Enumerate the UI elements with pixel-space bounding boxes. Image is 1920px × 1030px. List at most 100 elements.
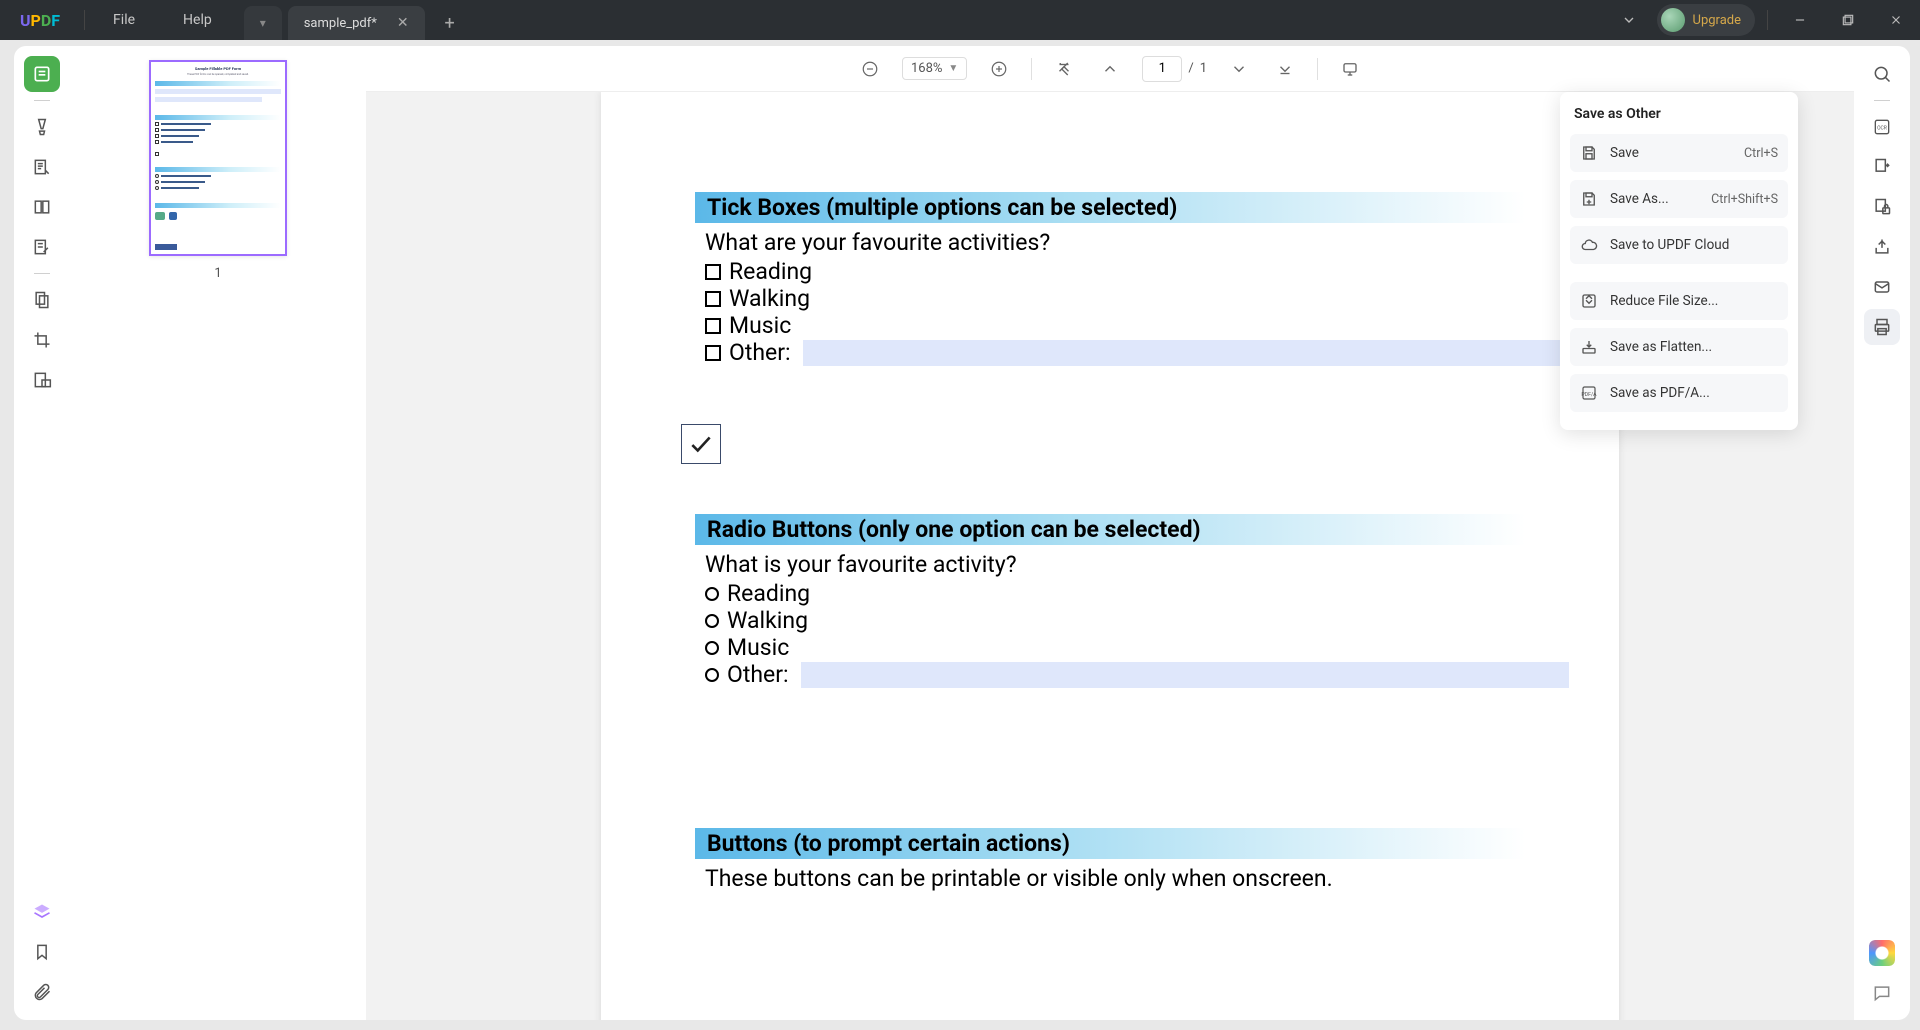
save-as-other-panel: Save as Other Save Ctrl+S Save As... Ctr… [1560,92,1798,430]
zoom-out-button[interactable] [856,55,884,83]
page-tools-icon[interactable] [24,189,60,225]
next-page-button[interactable] [1225,55,1253,83]
tab-sample-pdf[interactable]: sample_pdf* ✕ [288,6,425,40]
zoom-value: 168% [911,61,942,76]
page-input[interactable] [1142,56,1182,82]
separator [1874,100,1890,101]
export-icon[interactable] [1864,149,1900,185]
organize-pages-icon[interactable] [24,282,60,318]
radio-option-walking[interactable]: Walking [705,607,1569,634]
section-tickboxes-header: Tick Boxes (multiple options can be sele… [695,192,1569,223]
radio-option-music[interactable]: Music [705,634,1569,661]
attachment-icon[interactable] [24,974,60,1010]
zoom-select[interactable]: 168% ▼ [902,57,967,80]
save-as-button[interactable]: Save As... Ctrl+Shift+S [1570,180,1788,218]
edit-text-icon[interactable] [24,149,60,185]
separator [34,100,50,101]
tick-option-other[interactable]: Other: [705,339,1569,366]
form-checkbox-widget[interactable] [681,424,721,464]
save-as-flatten-button[interactable]: Save as Flatten... [1570,328,1788,366]
tick-option-music[interactable]: Music [705,312,1569,339]
zoom-in-button[interactable] [985,55,1013,83]
other-text-field[interactable] [803,340,1569,366]
radio-icon[interactable] [705,587,719,601]
prev-page-button[interactable] [1096,55,1124,83]
flatten-icon [1580,338,1598,356]
tab-dropdown[interactable]: ▾ [244,6,282,40]
avatar [1661,8,1685,32]
shortcut-label: Ctrl+S [1744,146,1778,161]
save-to-cloud-button[interactable]: Save to UPDF Cloud [1570,226,1788,264]
form-tools-icon[interactable] [24,229,60,265]
chevron-down-icon[interactable] [1609,0,1649,40]
checkbox-icon[interactable] [705,291,721,307]
crop-icon[interactable] [24,322,60,358]
checkbox-icon[interactable] [705,318,721,334]
radio-icon[interactable] [705,614,719,628]
radio-question: What is your favourite activity? [705,551,1569,578]
email-icon[interactable] [1864,269,1900,305]
highlight-icon[interactable] [24,109,60,145]
window-minimize-icon[interactable] [1780,0,1820,40]
radio-option-other[interactable]: Other: [705,661,1569,688]
page-thumbnail-1[interactable]: Sample Fillable PDF Form These PDF forms… [149,60,287,256]
svg-text:OCR: OCR [1877,126,1887,132]
compress-icon [1580,292,1598,310]
separator [1767,10,1768,30]
window-maximize-icon[interactable] [1828,0,1868,40]
page-total: 1 [1200,61,1207,76]
radio-icon[interactable] [705,641,719,655]
pdf-toolbar: 168% ▼ / 1 [366,46,1854,92]
other-text-field[interactable] [801,662,1569,688]
thumbnail-page-number: 1 [214,266,221,281]
last-page-button[interactable] [1271,55,1299,83]
right-rail: OCR [1854,46,1910,1020]
radio-icon[interactable] [705,668,719,682]
tab-close-icon[interactable]: ✕ [397,15,409,31]
ai-assistant-icon[interactable] [1869,940,1895,966]
save-panel-title: Save as Other [1570,106,1788,134]
titlebar: UPDF File Help ▾ sample_pdf* ✕ + Upgrade [0,0,1920,40]
layers-icon[interactable] [24,894,60,930]
separator [1031,58,1032,80]
menu-file[interactable]: File [89,12,159,28]
presentation-button[interactable] [1336,55,1364,83]
bookmark-icon[interactable] [24,934,60,970]
radio-option-reading[interactable]: Reading [705,580,1569,607]
tab-add-button[interactable]: + [433,6,467,40]
pdfa-icon: PDF/A [1580,384,1598,402]
save-icon [1580,144,1598,162]
save-button[interactable]: Save Ctrl+S [1570,134,1788,172]
document-stage: 168% ▼ / 1 [366,46,1854,1020]
tick-option-walking[interactable]: Walking [705,285,1569,312]
window-close-icon[interactable] [1876,0,1916,40]
upgrade-label: Upgrade [1693,13,1741,28]
comment-icon[interactable] [1867,978,1897,1008]
first-page-button[interactable] [1050,55,1078,83]
separator [1317,58,1318,80]
search-icon[interactable] [1864,56,1900,92]
app-logo: UPDF [0,11,80,30]
redact-icon[interactable] [24,362,60,398]
titlebar-right: Upgrade [1609,0,1920,40]
page-sep: / [1188,61,1193,76]
reduce-file-size-button[interactable]: Reduce File Size... [1570,282,1788,320]
upgrade-button[interactable]: Upgrade [1657,4,1755,36]
tick-option-reading[interactable]: Reading [705,258,1569,285]
print-icon[interactable] [1864,309,1900,345]
save-as-pdfa-button[interactable]: PDF/A Save as PDF/A... [1570,374,1788,412]
pdf-page: Tick Boxes (multiple options can be sele… [601,92,1619,1020]
section-buttons-header: Buttons (to prompt certain actions) [695,828,1569,859]
protect-icon[interactable] [1864,189,1900,225]
share-icon[interactable] [1864,229,1900,265]
checkbox-icon[interactable] [705,345,721,361]
tab-title: sample_pdf* [304,16,377,31]
menu-help[interactable]: Help [159,12,236,28]
save-as-icon [1580,190,1598,208]
chevron-down-icon: ▼ [948,63,958,74]
reader-mode-button[interactable] [24,56,60,92]
tab-strip: ▾ sample_pdf* ✕ + [244,0,467,40]
separator [84,10,85,30]
checkbox-icon[interactable] [705,264,721,280]
ocr-icon[interactable]: OCR [1864,109,1900,145]
